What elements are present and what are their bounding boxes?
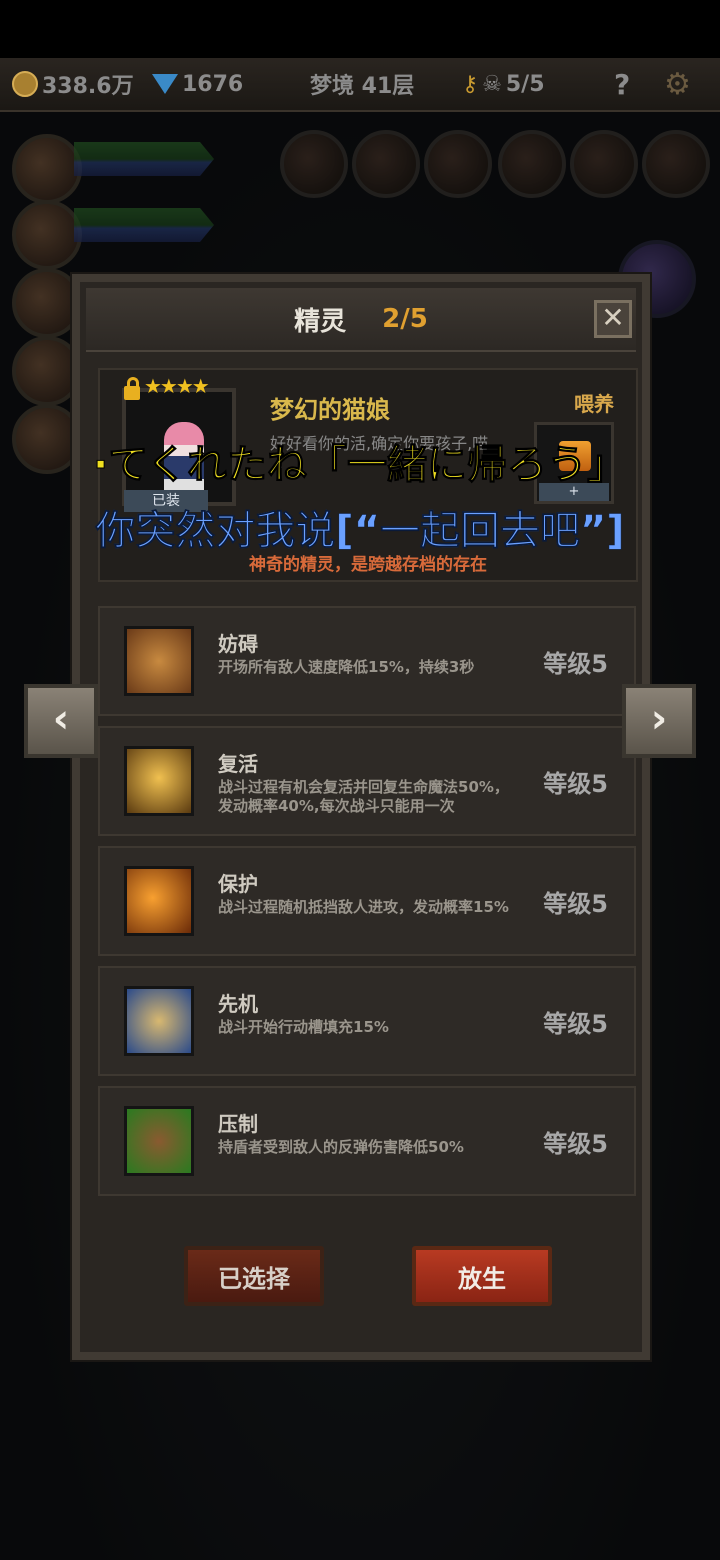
skill-name: 复活 [218,752,258,776]
skill-name: 妨碍 [218,632,258,656]
skill-row[interactable]: 保护 战斗过程随机抵挡敌人进攻，发动概率15% 等级5 [98,846,636,956]
key-value: 5/5 [505,71,545,97]
key-counter: ⚷ ☠ 5/5 [462,72,545,97]
skill-name: 压制 [218,1112,258,1136]
beast-claw-icon [124,1106,194,1176]
diamond-value: 1676 [182,71,244,97]
skull-icon: ☠ [482,71,502,97]
help-button[interactable]: ? [614,68,630,101]
skill-level: 等级5 [543,890,608,918]
subtitle-chinese: 你突然对我说[“一起回去吧”] [95,508,625,555]
skill-level: 等级5 [543,650,608,678]
lock-icon[interactable] [124,377,140,400]
subtitle-japanese: ·てくれたね「一緒に帰ろう」 [93,442,628,489]
chevron-right-icon: › [650,696,668,742]
skill-desc: 开场所有敌人速度降低15%，持续3秒 [218,658,475,676]
leopard-icon [124,986,194,1056]
settings-gear-icon[interactable]: ⚙ [664,67,691,102]
skill-desc: 战斗过程有机会复活并回复生命魔法50%，发动概率40%,每次战斗只能用一次 [218,778,509,815]
key-icon: ⚷ [462,71,479,97]
selected-button[interactable]: 已选择 [184,1246,324,1306]
diamond-icon [152,74,178,94]
skill-name: 保护 [218,872,258,896]
skill-row[interactable]: 复活 战斗过程有机会复活并回复生命魔法50%，发动概率40%,每次战斗只能用一次… [98,726,636,836]
close-button[interactable]: ✕ [594,300,632,338]
panel-header: 精灵 2/5 [86,288,636,352]
skill-level: 等级5 [543,770,608,798]
resource-bar: 338.6万 1676 梦境 41层 ⚷ ☠ 5/5 ? ⚙ [0,58,720,112]
sprite-name: 梦幻的猫娘 [270,396,390,424]
revive-figure-icon [124,746,194,816]
shackled-boot-icon [124,626,194,696]
skill-row[interactable]: 先机 战斗开始行动槽填充15% 等级5 [98,966,636,1076]
skill-name: 先机 [218,992,258,1016]
gold-value: 338.6万 [42,74,134,99]
next-sprite-button[interactable]: › [622,684,696,758]
dungeon-floor: 梦境 41层 [310,74,415,99]
chevron-left-icon: ‹ [52,696,70,742]
skill-row[interactable]: 妨碍 开场所有敌人速度降低15%，持续3秒 等级5 [98,606,636,716]
close-icon: ✕ [601,301,625,334]
skill-desc: 持盾者受到敌人的反弹伤害降低50% [218,1138,464,1156]
shield-figure-icon [124,866,194,936]
status-bar [0,0,720,58]
sprite-count: 2/5 [382,304,428,334]
skill-desc: 战斗过程随机抵挡敌人进攻，发动概率15% [218,898,509,916]
skill-row[interactable]: 压制 持盾者受到敌人的反弹伤害降低50% 等级5 [98,1086,636,1196]
release-button[interactable]: 放生 [412,1246,552,1306]
skill-desc: 战斗开始行动槽填充15% [218,1018,389,1036]
gold-counter: 338.6万 [12,68,134,100]
panel-title: 精灵 [294,306,347,337]
diamond-counter: 1676 [152,72,243,97]
feed-label: 喂养 [574,392,614,416]
coin-icon [12,71,38,97]
prev-sprite-button[interactable]: ‹ [24,684,98,758]
skill-level: 等级5 [543,1130,608,1158]
skill-level: 等级5 [543,1010,608,1038]
star-rating: ★★★★ [144,374,210,398]
